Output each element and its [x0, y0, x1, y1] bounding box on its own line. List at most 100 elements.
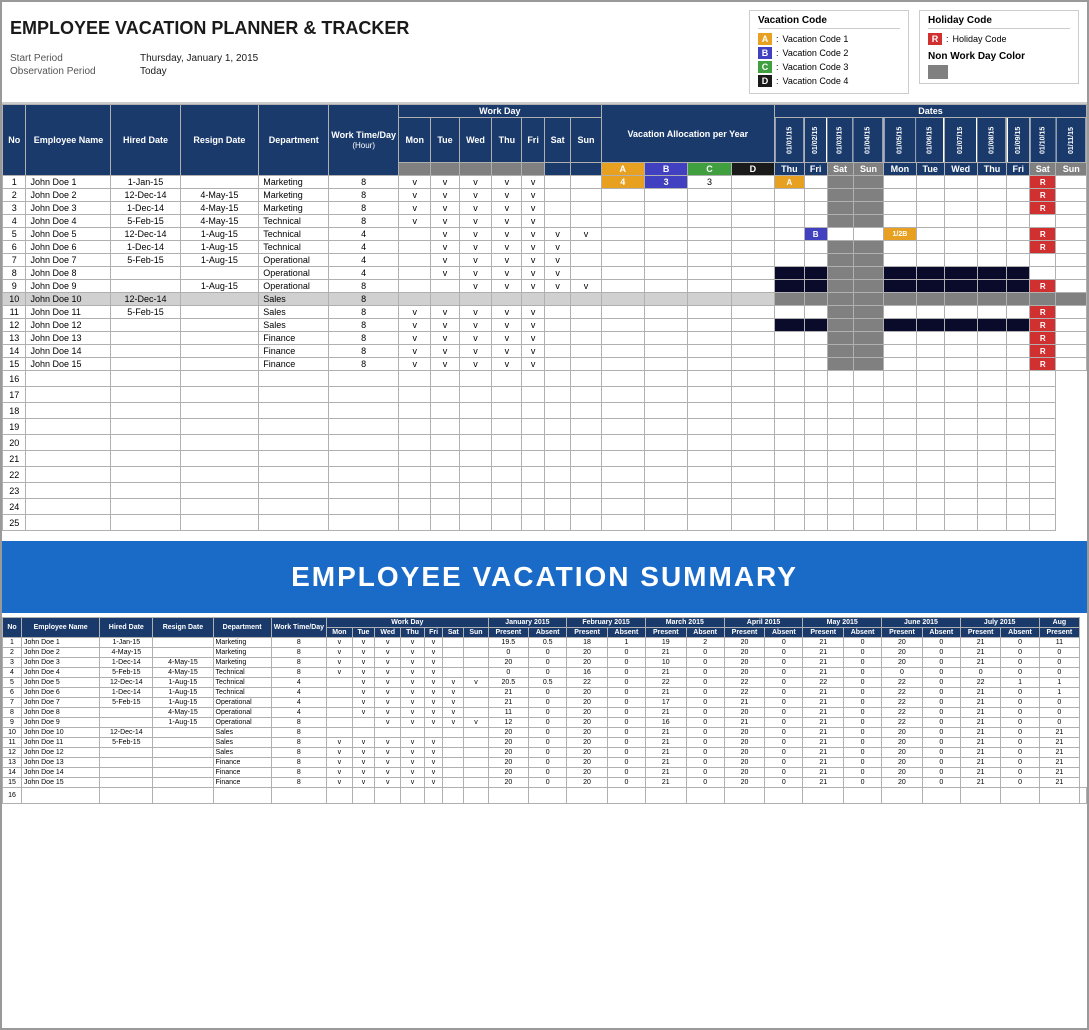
table-row: 1John Doe 11-Jan-15Marketing8 vvvvv 4 3 …	[3, 176, 1087, 189]
table-row: 25	[3, 515, 1087, 531]
table-row: 20	[3, 435, 1087, 451]
date-0102: 01/02/15	[804, 118, 827, 163]
legend-color-r: R	[928, 33, 942, 45]
table-row: 9John Doe 91-Aug-15Operational8vvvvv1202…	[3, 718, 1087, 728]
date-0106: 01/06/15	[916, 118, 944, 163]
non-work-label: Non Work Day Color	[928, 51, 1070, 62]
table-row: 18	[3, 403, 1087, 419]
date-0110: 01/10/15	[1030, 118, 1056, 163]
legend-color-c: C	[758, 61, 772, 73]
obs-period-label: Observation Period	[10, 66, 120, 77]
date-0107: 01/07/15	[944, 118, 977, 163]
table-row: 11John Doe 115-Feb-15Sales8 vvvvv R	[3, 306, 1087, 319]
col-mon-sub	[399, 163, 431, 176]
legend-item-a: A : Vacation Code 1	[758, 33, 900, 45]
start-period-label: Start Period	[10, 53, 120, 64]
non-work-section: Non Work Day Color	[928, 51, 1070, 79]
date-thu1: Thu	[977, 163, 1007, 176]
table-row: 21	[3, 451, 1087, 467]
holiday-legend: Holiday Code R : Holiday Code Non Work D…	[919, 10, 1079, 84]
date-tue1: Tue	[916, 163, 944, 176]
legend-colon-c: :	[776, 62, 779, 72]
table-row: 4John Doe 45-Feb-154-May-15Technical8vvv…	[3, 668, 1087, 678]
col-workday: Work Day	[399, 105, 602, 118]
sum-apr-p: Present	[724, 628, 765, 638]
vac-a: A	[601, 163, 644, 176]
col-wed: Wed	[459, 118, 492, 163]
table-row: 3John Doe 31-Dec-144-May-15Marketing8 vv…	[3, 202, 1087, 215]
period-info: Start Period Thursday, January 1, 2015 O…	[10, 53, 739, 77]
legend-colon-d: :	[776, 76, 779, 86]
col-tue-sub	[431, 163, 459, 176]
non-work-color	[928, 65, 948, 79]
table-row: 7John Doe 75-Feb-151-Aug-15Operational4v…	[3, 698, 1087, 708]
vac-b: B	[644, 163, 687, 176]
sum-may: May 2015	[803, 618, 882, 628]
table-row: 17	[3, 387, 1087, 403]
date-mon1: Mon	[884, 163, 916, 176]
table-row: 9John Doe 91-Aug-15Operational8 vvvvv R	[3, 280, 1087, 293]
sum-mon: Mon	[327, 628, 353, 638]
table-row: 15John Doe 15Finance8 vvvvv R	[3, 358, 1087, 371]
holiday-legend-title: Holiday Code	[928, 15, 1070, 29]
table-row: 22	[3, 467, 1087, 483]
table-row: 19	[3, 419, 1087, 435]
table-row: 3John Doe 31-Dec-144-May-15Marketing8vvv…	[3, 658, 1087, 668]
table-row: 1John Doe 11-Jan-15Marketing8vvvvv19.50.…	[3, 638, 1087, 648]
date-wed1: Wed	[944, 163, 977, 176]
col-thu-sub	[492, 163, 522, 176]
sum-tue: Tue	[352, 628, 374, 638]
date-sat2: Sat	[1030, 163, 1056, 176]
summary-table-container: No Employee Name Hired Date Resign Date …	[2, 617, 1087, 804]
summary-table: No Employee Name Hired Date Resign Date …	[2, 617, 1087, 804]
col-no: No	[3, 105, 26, 176]
table-row: 5John Doe 512-Dec-141-Aug-15Technical4vv…	[3, 678, 1087, 688]
legend-color-a: A	[758, 33, 772, 45]
table-row: 10John Doe 1012-Dec-14Sales8200200210200…	[3, 728, 1087, 738]
table-row: 6John Doe 61-Dec-141-Aug-15Technical4 vv…	[3, 241, 1087, 254]
start-period-value: Thursday, January 1, 2015	[140, 53, 258, 64]
sum-name: Employee Name	[22, 618, 100, 638]
top-section: EMPLOYEE VACATION PLANNER & TRACKER Star…	[2, 2, 1087, 104]
col-sat-sub	[544, 163, 570, 176]
sum-jan-p: Present	[488, 628, 529, 638]
col-hours: Work Time/Day(Hour)	[329, 105, 399, 176]
col-sat: Sat	[544, 118, 570, 163]
date-0111: 01/11/15	[1056, 118, 1087, 163]
date-0101: 01/01/15	[775, 118, 805, 163]
col-tue: Tue	[431, 118, 459, 163]
col-dates: Dates	[775, 105, 1087, 118]
planner-table: No Employee Name Hired Date Resign Date …	[2, 104, 1087, 531]
date-sat1: Sat	[827, 163, 853, 176]
vacation-legend: Vacation Code A : Vacation Code 1 B : Va…	[749, 10, 909, 94]
table-row: 16	[3, 788, 1087, 804]
date-sun2: Sun	[1056, 163, 1087, 176]
legend-color-b: B	[758, 47, 772, 59]
sum-jun: June 2015	[882, 618, 961, 628]
legend-label-d: Vacation Code 4	[783, 76, 849, 86]
legend-label-r: Holiday Code	[953, 34, 1007, 44]
table-row: 5John Doe 512-Dec-141-Aug-15Technical4 v…	[3, 228, 1087, 241]
table-row: 6John Doe 61-Dec-141-Aug-15Technical4vvv…	[3, 688, 1087, 698]
sum-may-p: Present	[803, 628, 844, 638]
date-fri1: Fri	[1007, 163, 1030, 176]
sum-jun-p: Present	[882, 628, 923, 638]
table-row: 23	[3, 483, 1087, 499]
date-fri: Fri	[804, 163, 827, 176]
table-row: 12John Doe 12Sales8vvvvv2002002102002102…	[3, 748, 1087, 758]
table-row: 14John Doe 14Finance8 vvvvv R	[3, 345, 1087, 358]
table-row: 2John Doe 212-Dec-144-May-15Marketing8 v…	[3, 189, 1087, 202]
sum-mar-p: Present	[645, 628, 686, 638]
sum-hired: Hired Date	[100, 618, 153, 638]
col-vacation: Vacation Allocation per Year	[601, 105, 774, 163]
legend-label-c: Vacation Code 3	[783, 62, 849, 72]
date-0108: 01/08/15	[977, 118, 1007, 163]
sum-thu: Thu	[401, 628, 425, 638]
date-0105: 01/05/15	[884, 118, 916, 163]
legend-item-d: D : Vacation Code 4	[758, 75, 900, 87]
sum-wed: Wed	[375, 628, 401, 638]
col-dept: Department	[259, 105, 329, 176]
summary-title: EMPLOYEE VACATION SUMMARY	[2, 561, 1087, 593]
sum-apr: April 2015	[724, 618, 803, 628]
app-container: EMPLOYEE VACATION PLANNER & TRACKER Star…	[0, 0, 1089, 1030]
